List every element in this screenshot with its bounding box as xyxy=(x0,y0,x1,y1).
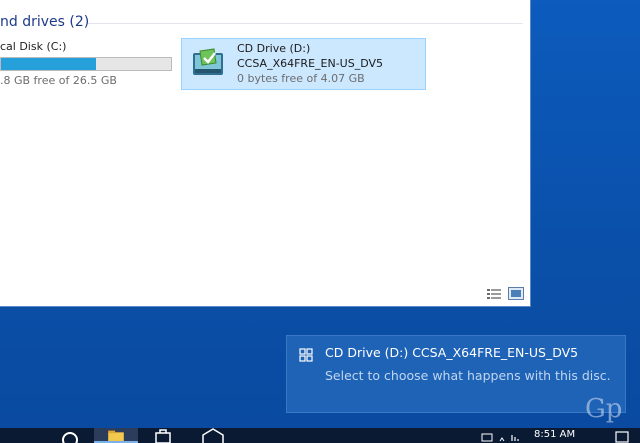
local-disk-free-space: .8 GB free of 26.5 GB xyxy=(0,74,117,87)
section-divider xyxy=(88,23,523,24)
cd-drive-item[interactable]: CD Drive (D:) CCSA_X64FRE_EN-US_DV5 0 by… xyxy=(181,38,426,90)
local-disk-usage-fill xyxy=(1,58,97,70)
local-disk-name: cal Disk (C:) xyxy=(0,40,67,53)
large-icons-view-icon[interactable] xyxy=(508,287,524,300)
mail-icon[interactable] xyxy=(198,428,228,443)
taskbar-clock[interactable]: 8:51 AM xyxy=(534,429,575,440)
action-center-icon[interactable] xyxy=(612,428,632,443)
taskbar: 8:51 AM xyxy=(0,428,640,443)
cd-drive-label: CCSA_X64FRE_EN-US_DV5 xyxy=(237,57,384,70)
toast-title: CD Drive (D:) CCSA_X64FRE_EN-US_DV5 xyxy=(325,345,579,360)
system-tray-icons[interactable] xyxy=(480,428,530,443)
details-view-icon[interactable] xyxy=(486,287,502,300)
devices-and-drives-header[interactable]: nd drives (2) xyxy=(0,14,523,32)
section-title: nd drives (2) xyxy=(0,14,90,30)
file-explorer-window: nd drives (2) cal Disk (C:) .8 GB free o… xyxy=(0,0,531,307)
drive-notification-icon xyxy=(299,348,313,362)
autoplay-notification[interactable]: CD Drive (D:) CCSA_X64FRE_EN-US_DV5 Sele… xyxy=(286,335,626,413)
cd-drive-free-space: 0 bytes free of 4.07 GB xyxy=(237,72,365,85)
local-disk-item[interactable]: cal Disk (C:) .8 GB free of 26.5 GB xyxy=(0,40,176,90)
watermark-logo: Gp xyxy=(585,394,623,424)
cd-drive-icon xyxy=(193,48,223,75)
file-explorer-taskbar-icon[interactable] xyxy=(94,428,138,443)
toast-message: Select to choose what happens with this … xyxy=(325,368,611,383)
store-icon[interactable] xyxy=(150,428,176,443)
local-disk-usage-bar xyxy=(0,57,172,71)
cortana-icon[interactable] xyxy=(58,428,82,443)
cd-drive-name: CD Drive (D:) xyxy=(237,42,311,55)
